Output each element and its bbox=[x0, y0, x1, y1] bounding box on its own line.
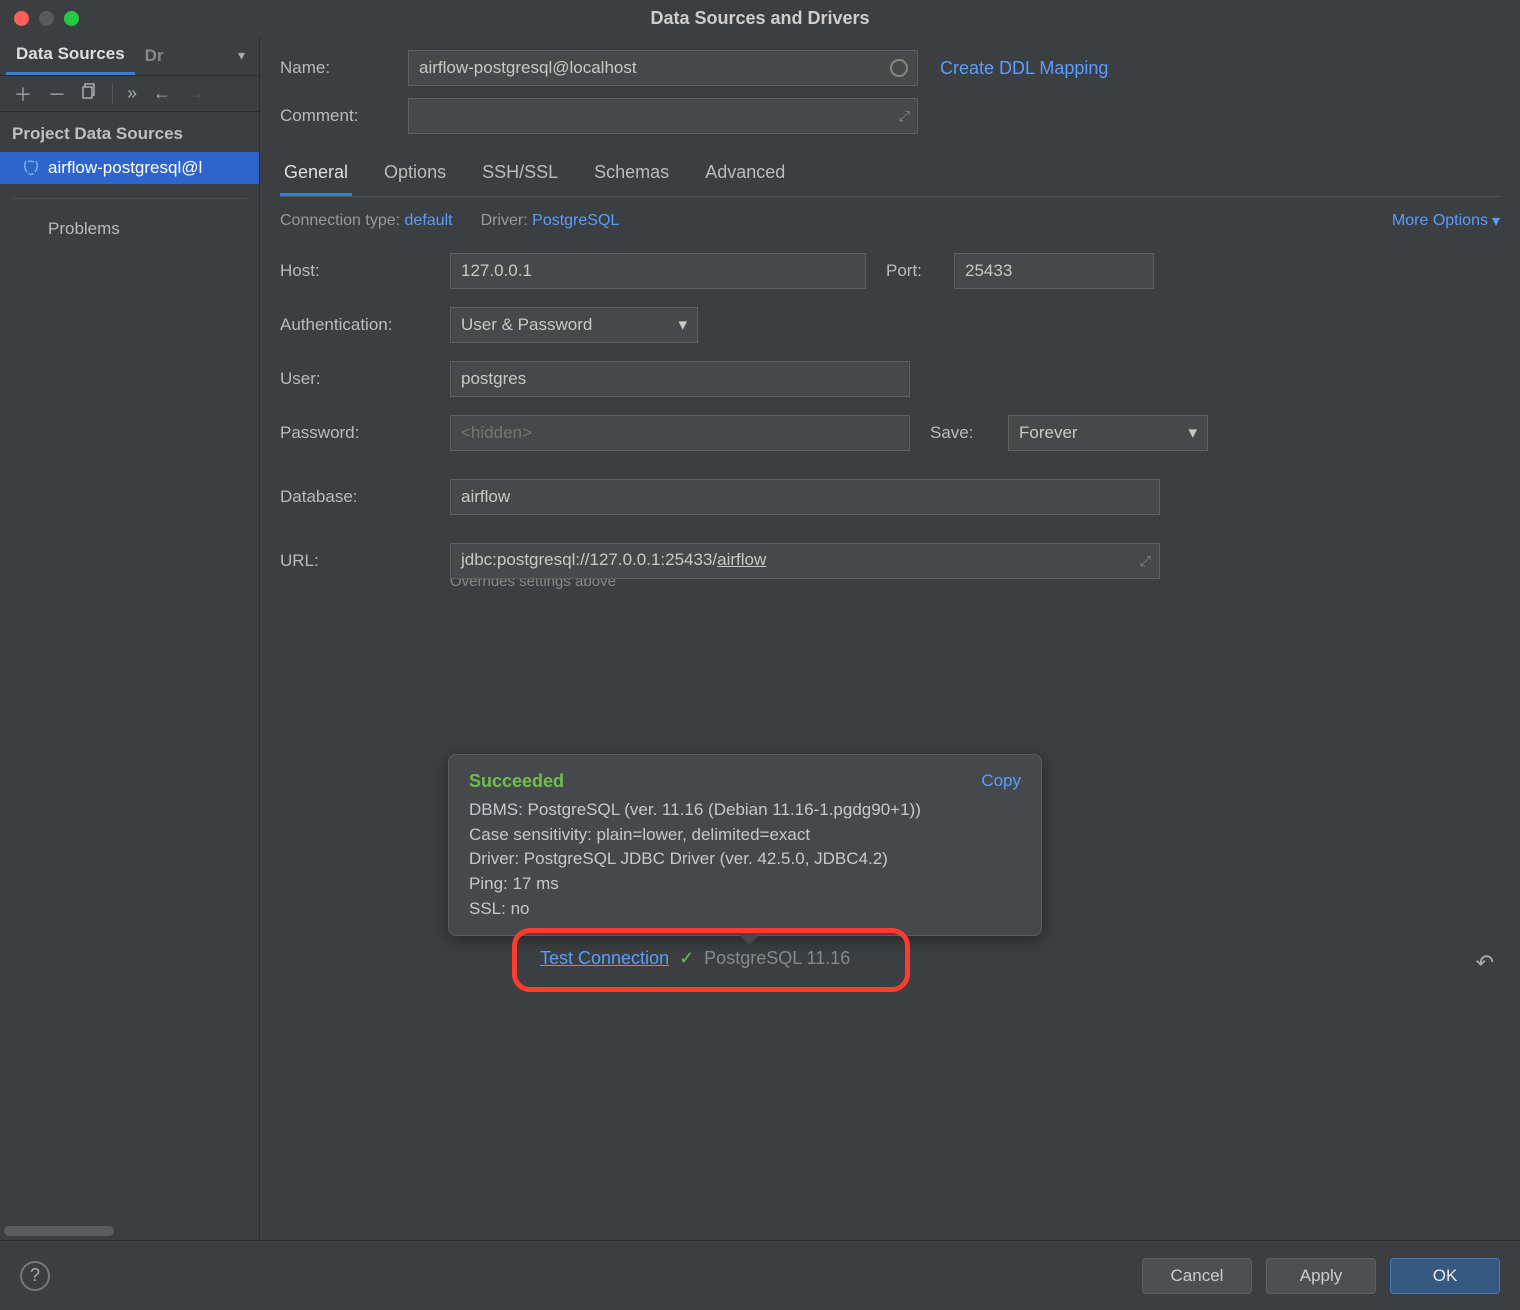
horizontal-scrollbar[interactable] bbox=[4, 1226, 114, 1236]
popup-line: Ping: 17 ms bbox=[469, 872, 1021, 897]
undo-icon[interactable]: ↶ bbox=[1476, 950, 1494, 976]
duplicate-icon[interactable] bbox=[78, 81, 102, 106]
sidebar-item-problems[interactable]: Problems bbox=[0, 213, 259, 245]
authentication-value: User & Password bbox=[461, 315, 592, 335]
content-panel: Name: Create DDL Mapping Comment: ⤢ Gene… bbox=[260, 36, 1520, 1240]
popup-line: DBMS: PostgreSQL (ver. 11.16 (Debian 11.… bbox=[469, 798, 1021, 823]
chevron-down-icon: ▾ bbox=[678, 315, 687, 335]
separator bbox=[112, 84, 113, 104]
sidebar-item-datasource[interactable]: airflow-postgresql@l bbox=[0, 152, 259, 184]
port-label: Port: bbox=[886, 261, 954, 281]
name-label: Name: bbox=[280, 58, 408, 78]
driver-value[interactable]: PostgreSQL bbox=[532, 212, 619, 230]
ok-button[interactable]: OK bbox=[1390, 1258, 1500, 1294]
db-version-text: PostgreSQL 11.16 bbox=[704, 948, 850, 969]
apply-button[interactable]: Apply bbox=[1266, 1258, 1376, 1294]
comment-input[interactable] bbox=[408, 98, 918, 134]
authentication-label: Authentication: bbox=[280, 315, 450, 335]
tab-schemas[interactable]: Schemas bbox=[590, 152, 673, 196]
url-suffix: airflow bbox=[717, 550, 766, 569]
tab-ssh-ssl[interactable]: SSH/SSL bbox=[478, 152, 562, 196]
titlebar: Data Sources and Drivers bbox=[0, 0, 1520, 36]
sidebar: Data Sources Dr ▾ ＋ － » ← → Project Data… bbox=[0, 36, 260, 1240]
more-icon[interactable]: » bbox=[123, 81, 141, 106]
divider bbox=[12, 198, 247, 199]
popup-tail bbox=[739, 935, 759, 945]
chevron-down-icon: ▾ bbox=[1492, 211, 1500, 231]
sidebar-toolbar: ＋ － » ← → bbox=[0, 76, 259, 112]
postgresql-icon bbox=[22, 159, 40, 177]
save-value: Forever bbox=[1019, 423, 1078, 443]
tab-data-sources[interactable]: Data Sources bbox=[6, 36, 135, 75]
port-input[interactable] bbox=[954, 253, 1154, 289]
forward-icon: → bbox=[183, 81, 209, 106]
remove-icon[interactable]: － bbox=[44, 79, 70, 109]
database-label: Database: bbox=[280, 487, 450, 507]
test-connection-link[interactable]: Test Connection bbox=[540, 948, 669, 969]
authentication-select[interactable]: User & Password ▾ bbox=[450, 307, 698, 343]
driver-label: Driver: bbox=[481, 212, 528, 230]
sidebar-section-header: Project Data Sources bbox=[0, 112, 259, 152]
expand-icon[interactable]: ⤢ bbox=[1140, 553, 1151, 570]
chevron-down-icon: ▾ bbox=[1188, 423, 1197, 443]
tab-general[interactable]: General bbox=[280, 152, 352, 196]
database-input[interactable] bbox=[450, 479, 1160, 515]
expand-icon[interactable]: ⤢ bbox=[899, 108, 910, 125]
check-icon: ✓ bbox=[679, 948, 694, 969]
tab-advanced[interactable]: Advanced bbox=[701, 152, 789, 196]
close-window-icon[interactable] bbox=[14, 11, 29, 26]
cancel-button[interactable]: Cancel bbox=[1142, 1258, 1252, 1294]
url-prefix: jdbc:postgresql://127.0.0.1:25433/ bbox=[461, 550, 717, 569]
chevron-down-icon[interactable]: ▾ bbox=[230, 47, 253, 64]
url-label: URL: bbox=[280, 551, 450, 571]
host-input[interactable] bbox=[450, 253, 866, 289]
detail-tabs: General Options SSH/SSL Schemas Advanced bbox=[280, 152, 1500, 197]
user-input[interactable] bbox=[450, 361, 910, 397]
back-icon[interactable]: ← bbox=[149, 81, 175, 106]
name-input[interactable] bbox=[408, 50, 918, 86]
sidebar-item-label: airflow-postgresql@l bbox=[48, 158, 202, 178]
url-input[interactable]: jdbc:postgresql://127.0.0.1:25433/airflo… bbox=[450, 543, 1160, 579]
password-label: Password: bbox=[280, 423, 450, 443]
connection-result-popup: Succeeded Copy DBMS: PostgreSQL (ver. 11… bbox=[448, 754, 1042, 936]
color-circle-icon[interactable] bbox=[890, 59, 908, 77]
window-title: Data Sources and Drivers bbox=[650, 8, 869, 29]
save-label: Save: bbox=[930, 423, 1008, 443]
dialog-footer: ? Cancel Apply OK bbox=[0, 1240, 1520, 1310]
tab-options[interactable]: Options bbox=[380, 152, 450, 196]
host-label: Host: bbox=[280, 261, 450, 281]
traffic-lights bbox=[0, 11, 79, 26]
copy-link[interactable]: Copy bbox=[981, 771, 1021, 792]
comment-label: Comment: bbox=[280, 106, 408, 126]
tab-drivers-truncated[interactable]: Dr bbox=[135, 38, 174, 74]
popup-line: Driver: PostgreSQL JDBC Driver (ver. 42.… bbox=[469, 847, 1021, 872]
password-input[interactable] bbox=[450, 415, 910, 451]
user-label: User: bbox=[280, 369, 450, 389]
save-select[interactable]: Forever ▾ bbox=[1008, 415, 1208, 451]
connection-type-value[interactable]: default bbox=[405, 212, 453, 230]
minimize-window-icon bbox=[39, 11, 54, 26]
popup-line: Case sensitivity: plain=lower, delimited… bbox=[469, 823, 1021, 848]
popup-line: SSL: no bbox=[469, 897, 1021, 922]
create-ddl-mapping-link[interactable]: Create DDL Mapping bbox=[940, 58, 1108, 79]
connection-type-label: Connection type: bbox=[280, 212, 400, 230]
help-icon[interactable]: ? bbox=[20, 1261, 50, 1291]
maximize-window-icon[interactable] bbox=[64, 11, 79, 26]
add-icon[interactable]: ＋ bbox=[10, 79, 36, 109]
popup-status: Succeeded bbox=[469, 771, 564, 792]
more-options-link[interactable]: More Options ▾ bbox=[1392, 211, 1500, 231]
